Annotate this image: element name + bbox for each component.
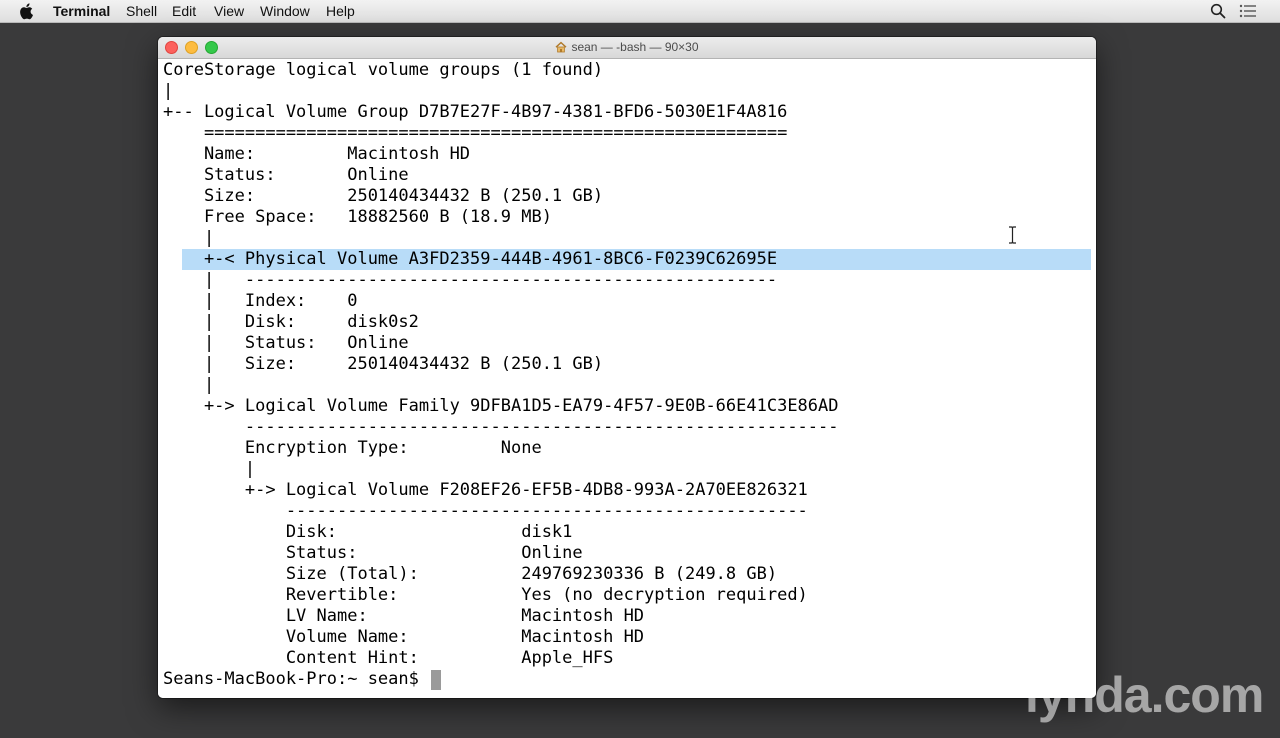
terminal-line: +-> Logical Volume F208EF26-EF5B-4DB8-99… bbox=[163, 480, 808, 500]
text-cursor bbox=[431, 670, 441, 690]
menu-bar: Terminal Shell Edit View Window Help bbox=[0, 0, 1280, 23]
terminal-line: Name: Macintosh HD bbox=[163, 144, 471, 164]
terminal-line: | bbox=[163, 228, 215, 248]
spotlight-search-icon[interactable] bbox=[1210, 3, 1226, 19]
terminal-line: | bbox=[163, 81, 174, 101]
menu-window[interactable]: Window bbox=[260, 3, 310, 19]
terminal-line: ========================================… bbox=[163, 123, 788, 143]
menu-help[interactable]: Help bbox=[326, 3, 355, 19]
window-title: sean — -bash — 90×30 bbox=[158, 40, 1096, 54]
title-bar[interactable]: sean — -bash — 90×30 bbox=[158, 37, 1096, 59]
menu-view[interactable]: View bbox=[214, 3, 244, 19]
terminal-line: +-> Logical Volume Family 9DFBA1D5-EA79-… bbox=[163, 396, 839, 416]
terminal-line: Volume Name: Macintosh HD bbox=[163, 627, 645, 647]
terminal-line: ----------------------------------------… bbox=[163, 501, 808, 521]
notification-center-icon[interactable] bbox=[1239, 3, 1257, 19]
terminal-line: Content Hint: Apple_HFS bbox=[163, 648, 614, 668]
menu-edit[interactable]: Edit bbox=[172, 3, 196, 19]
terminal-line: Status: Online bbox=[163, 543, 583, 563]
terminal-content[interactable]: CoreStorage logical volume groups (1 fou… bbox=[158, 59, 1096, 698]
apple-menu-icon[interactable] bbox=[19, 2, 35, 20]
terminal-line: ----------------------------------------… bbox=[163, 417, 839, 437]
lynda-watermark: lynda.com bbox=[1025, 667, 1264, 723]
window-title-text: sean — -bash — 90×30 bbox=[571, 40, 699, 54]
terminal-line: | Size: 250140434432 B (250.1 GB) bbox=[163, 354, 604, 374]
terminal-line: | Disk: disk0s2 bbox=[163, 312, 419, 332]
shell-prompt: Seans-MacBook-Pro:~ sean$ bbox=[163, 669, 430, 689]
terminal-line: +-- Logical Volume Group D7B7E27F-4B97-4… bbox=[163, 102, 788, 122]
terminal-line: Encryption Type: None bbox=[163, 438, 542, 458]
terminal-line: | bbox=[163, 375, 215, 395]
terminal-line: Status: Online bbox=[163, 165, 409, 185]
menu-shell[interactable]: Shell bbox=[126, 3, 157, 19]
terminal-line: | --------------------------------------… bbox=[163, 270, 778, 290]
terminal-window: sean — -bash — 90×30 CoreStorage logical… bbox=[158, 37, 1096, 698]
ibeam-cursor-icon bbox=[1009, 226, 1016, 244]
terminal-line: | Status: Online bbox=[163, 333, 409, 353]
terminal-line: LV Name: Macintosh HD bbox=[163, 606, 645, 626]
home-icon bbox=[555, 41, 567, 53]
terminal-line: +-< Physical Volume A3FD2359-444B-4961-8… bbox=[163, 249, 778, 269]
terminal-line: Size: 250140434432 B (250.1 GB) bbox=[163, 186, 604, 206]
terminal-line: Size (Total): 249769230336 B (249.8 GB) bbox=[163, 564, 778, 584]
terminal-line: | bbox=[163, 459, 256, 479]
terminal-line: Revertible: Yes (no decryption required) bbox=[163, 585, 808, 605]
menu-app-name[interactable]: Terminal bbox=[53, 3, 110, 19]
terminal-line: | Index: 0 bbox=[163, 291, 358, 311]
terminal-line: CoreStorage logical volume groups (1 fou… bbox=[163, 60, 604, 80]
terminal-line: Free Space: 18882560 B (18.9 MB) bbox=[163, 207, 552, 227]
terminal-line: Disk: disk1 bbox=[163, 522, 573, 542]
